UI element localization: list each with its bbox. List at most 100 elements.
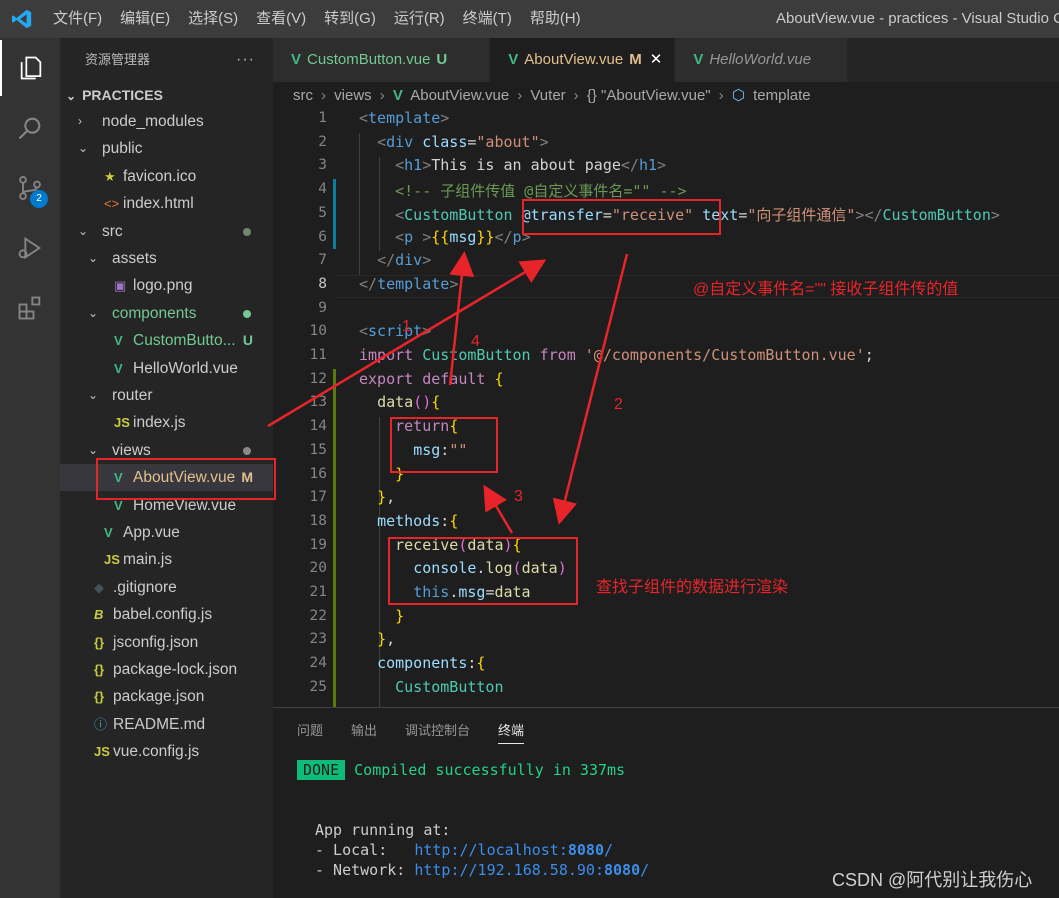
search-icon[interactable] [0,100,60,156]
tree-item-label: public [102,140,143,158]
tree-item[interactable]: Bbabel.config.js [60,601,273,628]
code-line[interactable]: </template> [359,275,458,293]
code-line[interactable]: methods:{ [359,512,458,530]
terminal-network-line: - Network: http://192.168.58.90:8080/ [315,861,649,879]
local-tail: / [604,841,614,859]
tree-item-label: App.vue [123,524,180,541]
tab-terminal[interactable]: 终端 [498,720,525,744]
code-line[interactable]: components:{ [359,654,485,672]
code-line[interactable]: export default { [359,370,504,388]
modified-dot-icon [243,446,251,455]
tree-item[interactable]: ⓘ README.md [60,711,273,738]
code-line[interactable]: }, [359,630,395,648]
tree-item[interactable]: V HelloWorld.vue [60,355,273,382]
tree-item[interactable]: ⌄ src [60,218,273,245]
tree-item-label: HelloWorld.vue [133,359,238,377]
tab-problems[interactable]: 问题 [297,720,323,744]
tab-debug-console[interactable]: 调试控制台 [405,720,470,744]
tab-aboutview[interactable]: V AboutView.vue M ✕ [490,38,676,82]
tree-item[interactable]: V App.vue [60,519,273,546]
tree-item[interactable]: › node_modules [60,108,273,135]
explorer-icon[interactable] [0,40,60,96]
menu-selection[interactable]: 选择(S) [179,0,247,38]
code-line[interactable]: <!-- 子组件传值 @自定义事件名="" --> [359,180,686,201]
chevron-down-icon[interactable]: ⌄ [88,245,98,272]
menu-file[interactable]: 文件(F) [44,0,111,38]
json-file-icon: {} [94,689,105,705]
breadcrumb-item[interactable]: {} "AboutView.vue" [587,87,711,104]
panel-tabs: 问题 输出 调试控制台 终端 [297,720,552,744]
chevron-down-icon[interactable]: ⌄ [78,135,88,162]
tree-item[interactable]: JS index.js [60,409,273,436]
code-line[interactable]: CustomButton [359,678,503,696]
breadcrumb-item[interactable]: template [753,87,811,104]
code-line[interactable]: <h1>This is an about page</h1> [359,156,666,174]
more-actions-icon[interactable]: ··· [236,38,255,82]
run-debug-icon[interactable] [0,220,60,276]
network-url[interactable]: http://192.168.58.90: [414,861,604,879]
close-icon[interactable]: ✕ [650,51,663,68]
code-line[interactable]: data(){ [359,393,440,411]
tree-item[interactable]: ◆ .gitignore [60,574,273,601]
tree-item[interactable]: ▣ logo.png [60,272,273,299]
code-line[interactable]: <div class="about"> [359,133,549,151]
modified-dot-icon [243,227,251,236]
menu-go[interactable]: 转到(G) [315,0,385,38]
tree-item[interactable]: {} package.json [60,683,273,710]
menu-view[interactable]: 查看(V) [247,0,315,38]
code-line[interactable]: }, [359,488,395,506]
breadcrumb-item[interactable]: AboutView.vue [410,87,509,104]
window-title: AboutView.vue - practices - Visual Studi… [776,10,1059,27]
tab-helloworld[interactable]: V HelloWorld.vue [675,38,849,82]
tree-item[interactable]: ⌄ public [60,135,273,162]
tree-item[interactable]: JS main.js [60,546,273,573]
code-line[interactable]: </div> [359,251,431,269]
network-port: 8080 [604,861,641,879]
menu-edit[interactable]: 编辑(E) [111,0,179,38]
menu-terminal[interactable]: 终端(T) [454,0,521,38]
tree-item[interactable]: JS vue.config.js [60,738,273,765]
done-badge: DONE [297,760,346,780]
extensions-icon[interactable] [0,280,60,336]
breadcrumb-item[interactable]: src [293,87,313,104]
tree-item[interactable]: V CustomButto... U [60,327,273,354]
tree-item[interactable]: ⌄ components [60,300,273,327]
vue-file-icon: V [291,51,302,68]
chevron-down-icon[interactable]: ⌄ [78,218,88,245]
code-line[interactable]: import CustomButton from '@/components/C… [359,346,874,364]
annotation-note-event: @自定义事件名="" 接收子组件传的值 [693,281,959,298]
breadcrumb: src › views › V AboutView.vue › Vuter › {} "… [293,87,811,104]
tab-custombutton[interactable]: V CustomButton.vue U [273,38,491,82]
line-number: 23 [309,631,327,648]
tab-output[interactable]: 输出 [351,720,377,744]
source-control-icon[interactable]: 2 [0,160,60,216]
workspace-section[interactable]: ⌄ PRACTICES [60,82,273,108]
tree-item[interactable]: ★ favicon.ico [60,163,273,190]
breadcrumb-item[interactable]: views [334,87,372,104]
tree-item[interactable]: {} package-lock.json [60,656,273,683]
menu-help[interactable]: 帮助(H) [521,0,590,38]
vue-file-icon: V [508,51,519,68]
explorer-title-label: 资源管理器 [85,52,151,67]
vscode-logo-icon [0,0,44,38]
code-line[interactable]: <script> [359,322,431,340]
tree-item[interactable]: ⌄ router [60,382,273,409]
tree-item[interactable]: {} jsconfig.json [60,629,273,656]
tree-item[interactable]: ⌄ assets [60,245,273,272]
code-line[interactable]: <template> [359,109,449,127]
line-number: 15 [309,441,327,458]
tab-label: HelloWorld.vue [709,51,812,68]
tree-item[interactable]: <> index.html [60,190,273,217]
chevron-right-icon[interactable]: › [78,108,82,135]
code-line[interactable]: } [359,607,404,625]
chevron-down-icon[interactable]: ⌄ [88,382,98,409]
code-line[interactable]: <p >{{msg}}</p> [359,228,530,246]
line-number: 6 [318,228,327,245]
chevron-down-icon[interactable]: ⌄ [88,300,98,327]
breadcrumb-item[interactable]: Vuter [530,87,565,104]
menu-run[interactable]: 运行(R) [385,0,454,38]
line-number: 5 [318,204,327,221]
tree-item-label: .gitignore [113,578,177,596]
local-url[interactable]: http://localhost: [414,841,568,859]
line-number: 8 [318,275,327,292]
